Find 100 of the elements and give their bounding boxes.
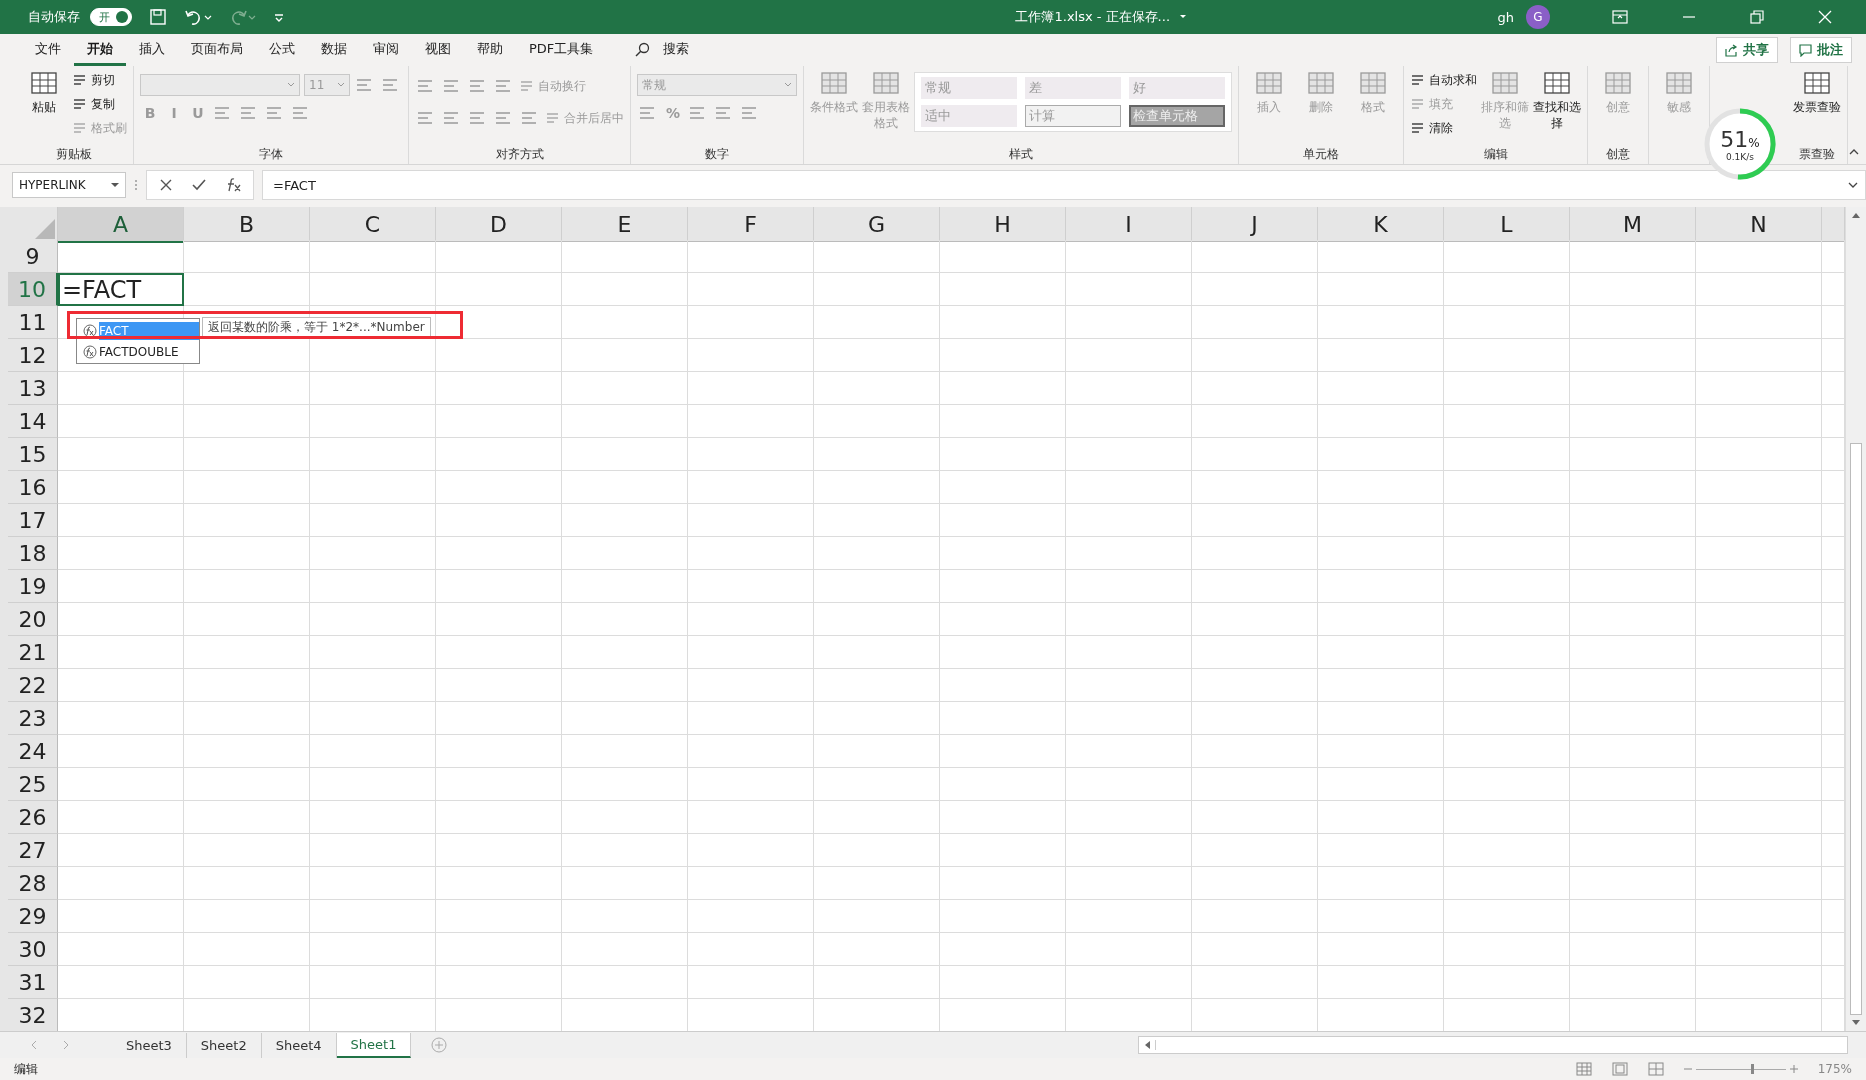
grid-cell[interactable] xyxy=(688,603,814,636)
grid-cell[interactable] xyxy=(1696,405,1822,438)
grid-cell[interactable] xyxy=(1066,801,1192,834)
grid-cell[interactable] xyxy=(58,768,184,801)
grid-cell[interactable] xyxy=(1444,801,1570,834)
comment-button[interactable]: 批注 xyxy=(1790,37,1852,63)
grid-cell[interactable] xyxy=(184,867,310,900)
grid-cell[interactable] xyxy=(1192,966,1318,999)
grid-cell[interactable] xyxy=(1066,735,1192,768)
grid-cell[interactable] xyxy=(814,273,940,306)
row-header[interactable]: 28 xyxy=(8,867,58,900)
save-icon[interactable] xyxy=(148,7,168,27)
row-header[interactable]: 21 xyxy=(8,636,58,669)
name-box[interactable]: HYPERLINK xyxy=(12,172,126,198)
grid-cell[interactable] xyxy=(1444,339,1570,372)
grid-cell[interactable] xyxy=(688,966,814,999)
grid-cell[interactable] xyxy=(562,735,688,768)
search-icon[interactable] xyxy=(634,42,651,58)
grid-cell[interactable] xyxy=(814,834,940,867)
grid-cell[interactable] xyxy=(184,702,310,735)
row-header[interactable]: 29 xyxy=(8,900,58,933)
grid-cell[interactable] xyxy=(688,273,814,306)
grid-cell[interactable] xyxy=(688,801,814,834)
grid-cell[interactable] xyxy=(184,669,310,702)
grid-cell[interactable] xyxy=(1318,504,1444,537)
grid-cell[interactable] xyxy=(184,240,310,273)
grid-cell[interactable] xyxy=(1192,867,1318,900)
grid-cell[interactable] xyxy=(1570,834,1696,867)
grid-cell[interactable] xyxy=(1696,636,1822,669)
grid-cell[interactable] xyxy=(436,339,562,372)
grid-cell[interactable] xyxy=(184,405,310,438)
row-header[interactable]: 22 xyxy=(8,669,58,702)
grid-cell[interactable] xyxy=(814,933,940,966)
grid-cell[interactable] xyxy=(436,801,562,834)
grid-cell[interactable] xyxy=(1318,339,1444,372)
grid-cell[interactable] xyxy=(940,438,1066,471)
grid-cell[interactable] xyxy=(310,405,436,438)
row-header[interactable]: 25 xyxy=(8,768,58,801)
grid-cell[interactable] xyxy=(1192,900,1318,933)
grid-cell[interactable] xyxy=(1570,603,1696,636)
row-header[interactable]: 20 xyxy=(8,603,58,636)
grid-cell[interactable] xyxy=(436,933,562,966)
column-header[interactable]: H xyxy=(940,207,1066,242)
grid-cell[interactable] xyxy=(940,702,1066,735)
row-header[interactable]: 16 xyxy=(8,471,58,504)
grid-cell[interactable] xyxy=(1192,801,1318,834)
grid-cell[interactable] xyxy=(1696,669,1822,702)
grid-cell[interactable] xyxy=(1066,537,1192,570)
grid-cell[interactable] xyxy=(562,504,688,537)
grid-cell[interactable] xyxy=(58,900,184,933)
grid-cell[interactable] xyxy=(310,900,436,933)
menu-tab[interactable]: 插入 xyxy=(126,34,178,66)
grid-cell[interactable] xyxy=(1444,603,1570,636)
grid-cell[interactable] xyxy=(562,636,688,669)
row-header[interactable]: 27 xyxy=(8,834,58,867)
grid-cell[interactable] xyxy=(1444,438,1570,471)
grid-cell[interactable] xyxy=(814,867,940,900)
grid-cell[interactable] xyxy=(562,669,688,702)
row-header[interactable]: 9 xyxy=(8,240,58,273)
grid-cell[interactable] xyxy=(58,636,184,669)
grid-cell[interactable] xyxy=(814,900,940,933)
grid-cell[interactable] xyxy=(1444,570,1570,603)
grid-cell[interactable] xyxy=(814,438,940,471)
grid-cell[interactable] xyxy=(1696,768,1822,801)
grid-cell[interactable] xyxy=(1696,702,1822,735)
check-icon[interactable] xyxy=(191,178,207,192)
grid-cell[interactable] xyxy=(940,834,1066,867)
grid-cell[interactable] xyxy=(1696,801,1822,834)
grid-cell[interactable] xyxy=(562,570,688,603)
grid-cell[interactable] xyxy=(814,306,940,339)
column-header[interactable]: L xyxy=(1444,207,1570,242)
grid-cell[interactable] xyxy=(1444,867,1570,900)
zoom-in-icon[interactable] xyxy=(1789,1065,1798,1073)
grid-cell[interactable] xyxy=(1192,735,1318,768)
column-header[interactable]: E xyxy=(562,207,688,242)
grid-cell[interactable] xyxy=(1066,768,1192,801)
grid-cell[interactable] xyxy=(814,801,940,834)
grid-cell[interactable] xyxy=(688,570,814,603)
grid-cell[interactable] xyxy=(1570,900,1696,933)
grid-cell[interactable] xyxy=(940,240,1066,273)
formula-field[interactable]: =FACT xyxy=(262,170,1866,200)
grid-cell[interactable] xyxy=(940,372,1066,405)
grid-cell[interactable] xyxy=(436,504,562,537)
grid-cell[interactable] xyxy=(940,504,1066,537)
grid-cell[interactable] xyxy=(688,735,814,768)
grid-cell[interactable] xyxy=(58,702,184,735)
grid-cell[interactable] xyxy=(310,702,436,735)
grid-cell[interactable] xyxy=(310,867,436,900)
grid-cell[interactable] xyxy=(1066,702,1192,735)
grid-cell[interactable] xyxy=(940,966,1066,999)
grid-cell[interactable] xyxy=(814,768,940,801)
grid-cell[interactable] xyxy=(1696,570,1822,603)
row-header[interactable]: 31 xyxy=(8,966,58,999)
menu-tab[interactable]: 视图 xyxy=(412,34,464,66)
sheet-tab[interactable]: Sheet2 xyxy=(186,1032,262,1058)
grid-cell[interactable] xyxy=(1696,471,1822,504)
grid-cell[interactable] xyxy=(436,273,562,306)
grid-cell[interactable] xyxy=(688,504,814,537)
grid-cell[interactable] xyxy=(436,669,562,702)
grid-cell[interactable] xyxy=(688,702,814,735)
